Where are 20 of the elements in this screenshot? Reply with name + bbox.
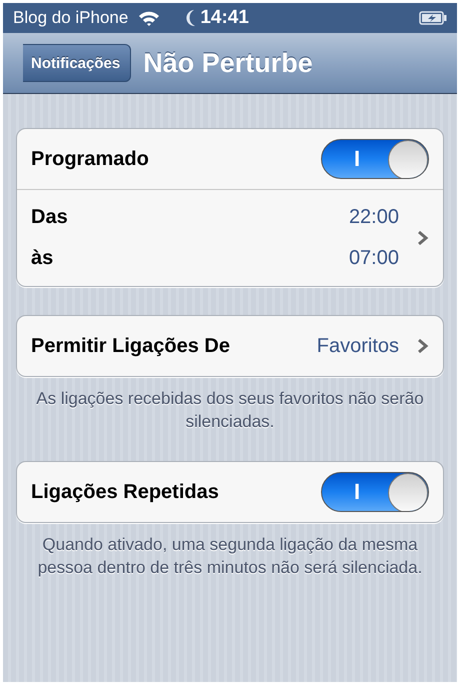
toggle-switch[interactable]: I (321, 472, 429, 512)
toggle-switch[interactable]: I (321, 139, 429, 179)
time-label: às (31, 247, 54, 270)
setting-label: Permitir Ligações De (31, 334, 231, 358)
wifi-icon (138, 10, 160, 26)
status-time: 14:41 (200, 7, 249, 29)
chevron-icon (417, 230, 429, 246)
nav-title: Não Perturbe (143, 48, 313, 78)
footer-note: Quando ativado, uma segunda ligação da mesma pessoa dentro de três minutos não será silenciada. (36, 534, 424, 579)
time-label: Das (31, 206, 69, 229)
battery-icon (419, 11, 447, 25)
time-value: 22:00 (348, 206, 399, 229)
moon-icon (184, 9, 196, 27)
time-value: 07:00 (348, 247, 399, 270)
chevron-icon (417, 338, 429, 354)
setting-value: Favoritos (316, 334, 399, 358)
setting-label: Programado (31, 148, 150, 170)
setting-label: Ligações Repetidas (31, 480, 220, 504)
footer-note: As ligações recebidas dos seus favoritos não serão silenciadas. (35, 388, 425, 433)
carrier-name: Blog do iPhone (13, 8, 128, 28)
